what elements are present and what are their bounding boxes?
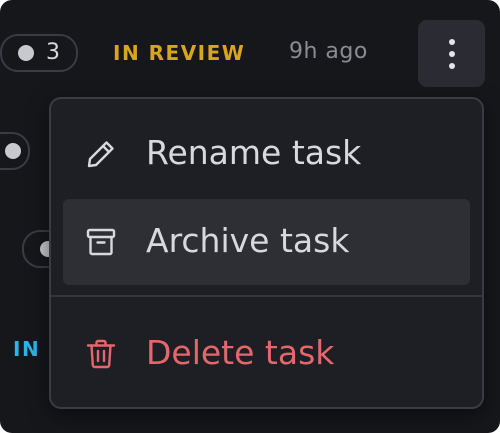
subtask-count-pill[interactable]: 3 bbox=[0, 34, 78, 72]
progress-dot-icon bbox=[18, 45, 34, 61]
subtask-count-pill[interactable] bbox=[0, 132, 30, 170]
trash-icon bbox=[85, 338, 117, 370]
timestamp: 9h ago bbox=[289, 39, 368, 64]
task-actions-menu: Rename task Archive task Delete task bbox=[49, 97, 484, 409]
pencil-icon bbox=[85, 138, 117, 170]
menu-item-label: Archive task bbox=[146, 221, 350, 260]
kebab-dot bbox=[449, 63, 455, 69]
status-badge: IN REVIEW bbox=[113, 41, 246, 65]
subtask-count: 3 bbox=[46, 40, 60, 65]
status-badge: IN bbox=[13, 337, 41, 361]
menu-item-label: Rename task bbox=[146, 133, 362, 172]
kebab-dot bbox=[449, 39, 455, 45]
menu-item-archive-task[interactable]: Archive task bbox=[63, 199, 470, 285]
menu-divider bbox=[51, 295, 482, 297]
menu-item-rename-task[interactable]: Rename task bbox=[63, 111, 470, 197]
task-list-window: 3 IN REVIEW 9h ago IN Rename task Archiv… bbox=[0, 0, 500, 433]
archive-box-icon bbox=[85, 226, 117, 258]
menu-item-label: Delete task bbox=[146, 333, 335, 372]
menu-item-delete-task[interactable]: Delete task bbox=[63, 311, 470, 397]
progress-dot-icon bbox=[5, 143, 21, 159]
more-options-button[interactable] bbox=[418, 20, 485, 87]
kebab-dot bbox=[449, 51, 455, 57]
